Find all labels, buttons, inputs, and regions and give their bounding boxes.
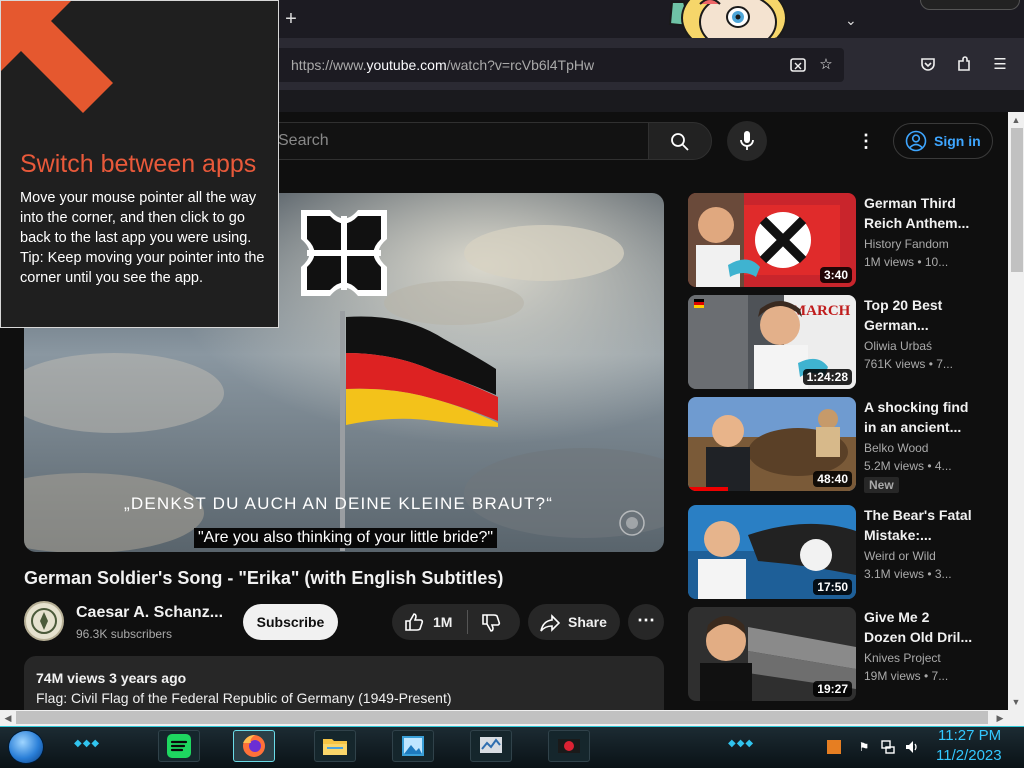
voice-search-button[interactable]	[727, 121, 767, 161]
scroll-left-arrow[interactable]: ◀	[0, 710, 16, 726]
views-and-age: 74M views 3 years ago	[36, 670, 187, 686]
tip-heading: Switch between apps	[20, 150, 257, 178]
share-label[interactable]: Share	[568, 614, 607, 630]
recommendation-meta: 19M views • 7...	[864, 669, 949, 683]
clock-time[interactable]: 11:27 PM	[938, 727, 1001, 744]
firefox-icon	[243, 735, 265, 757]
search-icon	[671, 133, 689, 151]
description-text: Flag: Civil Flag of the Federal Republic…	[36, 690, 452, 706]
tip-body: Move your mouse pointer all the way into…	[20, 188, 266, 288]
folder-icon	[323, 739, 347, 755]
vertical-scroll-thumb[interactable]	[1011, 128, 1023, 272]
video-quote-text: „DENKST DU AUCH AN DEINE KLEINE BRAUT?“	[124, 494, 554, 513]
scroll-down-arrow[interactable]: ▼	[1008, 694, 1024, 710]
taskbar-decoration: ◆◆◆	[74, 738, 101, 749]
recommendation-channel[interactable]: Belko Wood	[864, 441, 928, 455]
recommendation-channel[interactable]: History Fandom	[864, 237, 949, 251]
more-vert-icon[interactable]: ⋮	[856, 130, 876, 152]
recommendation-thumbnail[interactable]: 19:27	[688, 607, 856, 701]
recommendation-duration: 3:40	[819, 267, 852, 283]
translate-icon[interactable]	[789, 56, 807, 74]
recommendation-channel[interactable]: Weird or Wild	[864, 549, 936, 563]
arrow-up-left-icon	[1, 1, 113, 113]
share-icon[interactable]	[539, 612, 561, 634]
recommendation-item[interactable]: MARCH 1:24:28 Top 20 Best German... Oliw…	[688, 295, 1008, 391]
recommendation-title[interactable]: Give Me 2 Dozen Old Dril...	[864, 607, 974, 647]
flag-icon[interactable]: ⚑	[856, 739, 872, 755]
taskbar-decoration: ◆◆◆	[728, 738, 755, 749]
channel-avatar[interactable]	[24, 601, 64, 641]
chevron-down-icon[interactable]: ⌄	[845, 12, 857, 29]
window-decoration	[920, 0, 1020, 10]
recommendation-channel[interactable]: Oliwia Urbaś	[864, 339, 932, 353]
recommendation-title[interactable]: German Third Reich Anthem...	[864, 193, 974, 233]
tip-body-text: Move your mouse pointer all the way into…	[20, 190, 257, 246]
recommendation-duration: 19:27	[813, 681, 852, 697]
recommendation-channel[interactable]: Knives Project	[864, 651, 941, 665]
speaker-icon[interactable]	[904, 739, 920, 755]
recommendation-thumbnail[interactable]: MARCH 1:24:28	[688, 295, 856, 389]
video-title: German Soldier's Song - "Erika" (with En…	[24, 568, 504, 588]
scroll-right-arrow[interactable]: ▶	[992, 710, 1008, 726]
recommendation-meta: 5.2M views • 4...	[864, 459, 952, 473]
recommendation-item[interactable]: 48:40 A shocking find in an ancient... B…	[688, 397, 1008, 493]
channel-name[interactable]: Caesar A. Schanz...	[76, 604, 223, 622]
channel-subscribers: 96.3K subscribers	[76, 627, 173, 641]
media-app-icon	[558, 739, 580, 753]
recommendation-meta: 3.1M views • 3...	[864, 567, 952, 581]
recommendation-thumbnail[interactable]: 3:40	[688, 193, 856, 287]
bookmark-star-icon[interactable]: ☆	[817, 56, 835, 74]
hamburger-menu-icon[interactable]: ☰	[990, 55, 1010, 75]
microphone-icon	[740, 131, 754, 150]
search-button[interactable]	[648, 122, 712, 160]
clock-date[interactable]: 11/2/2023	[936, 747, 1002, 764]
like-divider	[467, 610, 468, 634]
subscribe-button[interactable]: Subscribe	[243, 604, 338, 640]
thumbs-up-icon[interactable]	[403, 611, 425, 633]
recommendation-meta: 761K views • 7...	[864, 357, 953, 371]
recommendation-item[interactable]: 3:40 German Third Reich Anthem... Histor…	[688, 193, 1008, 289]
scroll-up-arrow[interactable]: ▲	[1008, 112, 1024, 128]
start-orb-icon[interactable]	[8, 730, 44, 764]
recommendation-thumbnail[interactable]: 48:40	[688, 397, 856, 491]
recommendation-thumbnail[interactable]: 17:50	[688, 505, 856, 599]
url-text[interactable]: https://www.youtube.com/watch?v=rcVb6l4T…	[291, 57, 594, 73]
new-badge: New	[864, 477, 899, 493]
network-icon[interactable]	[880, 739, 896, 755]
screen: + ⌄ https://www.youtube.com/watch?v=rcVb…	[0, 0, 1024, 768]
photos-icon	[402, 736, 424, 756]
recommendation-title[interactable]: Top 20 Best German...	[864, 295, 974, 335]
more-actions-button[interactable]: ⋯	[628, 604, 664, 640]
network-icon	[480, 737, 502, 753]
recommendation-duration: 48:40	[813, 471, 852, 487]
spotify-icon	[167, 734, 191, 758]
recommendation-title[interactable]: A shocking find in an ancient...	[864, 397, 974, 437]
recommendation-item[interactable]: 17:50 The Bear's Fatal Mistake:... Weird…	[688, 505, 1008, 601]
pocket-icon[interactable]	[918, 55, 938, 75]
thumbs-down-icon[interactable]	[480, 612, 502, 634]
recommendation-meta: 1M views • 10...	[864, 255, 949, 269]
account-icon	[905, 130, 927, 152]
extensions-icon[interactable]	[954, 55, 974, 75]
like-count[interactable]: 1M	[433, 614, 452, 630]
recommendation-duration: 1:24:28	[802, 369, 852, 385]
tray-app-icon[interactable]	[826, 739, 842, 755]
recommendation-item[interactable]: 19:27 Give Me 2 Dozen Old Dril... Knives…	[688, 607, 1008, 703]
recommendation-duration: 17:50	[813, 579, 852, 595]
horizontal-scroll-thumb[interactable]	[16, 711, 988, 724]
plus-icon[interactable]: +	[282, 9, 300, 29]
video-subtitle: "Are you also thinking of your little br…	[194, 528, 498, 548]
tip-hint-text: Tip: Keep moving your pointer into the c…	[20, 250, 265, 286]
thumbnail-text: MARCH	[792, 303, 851, 319]
sign-in-label[interactable]: Sign in	[934, 133, 981, 149]
search-placeholder[interactable]: Search	[278, 132, 329, 150]
recommendation-title[interactable]: The Bear's Fatal Mistake:...	[864, 505, 974, 545]
